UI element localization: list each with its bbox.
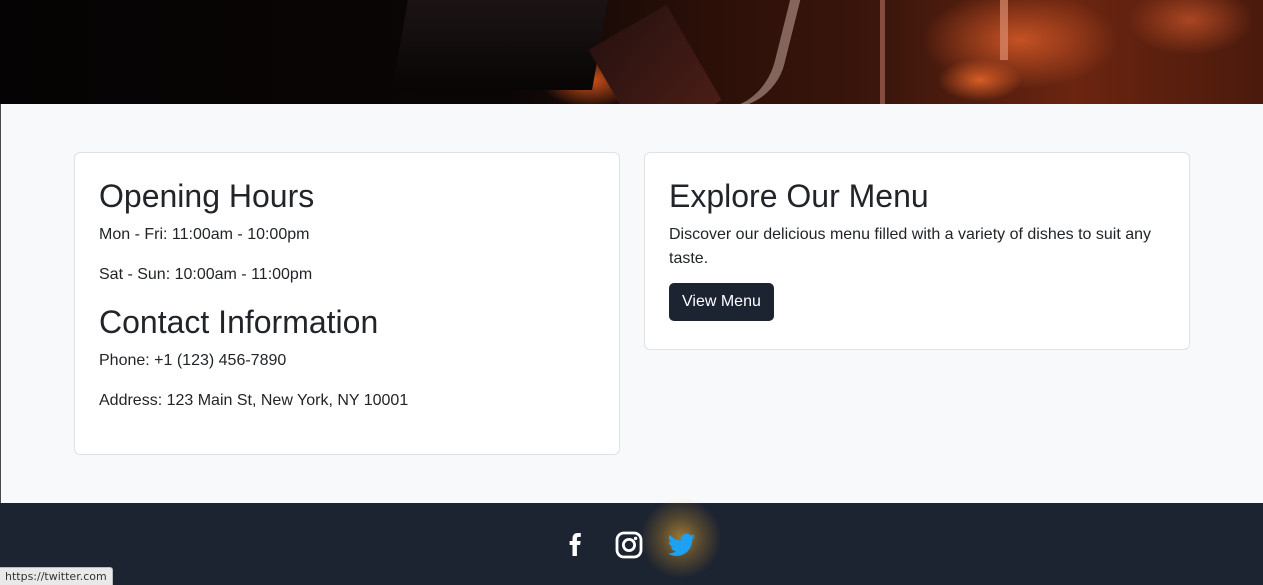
menu-card: Explore Our Menu Discover our delicious …	[644, 152, 1190, 350]
weekday-hours: Mon - Fri: 11:00am - 10:00pm	[99, 226, 310, 243]
hero-glass-stem	[1000, 0, 1008, 60]
social-links	[560, 497, 722, 579]
status-bar-url: https://twitter.com	[0, 567, 113, 585]
info-section: Opening Hours Mon - Fri: 11:00am - 10:00…	[74, 152, 1190, 455]
twitter-icon	[667, 533, 695, 556]
contact-heading: Contact Information	[99, 304, 379, 340]
address-text: Address: 123 Main St, New York, NY 10001	[99, 392, 409, 409]
hours-contact-card: Opening Hours Mon - Fri: 11:00am - 10:00…	[74, 152, 620, 455]
hero-image	[0, 0, 1263, 104]
menu-description: Discover our delicious menu filled with …	[669, 226, 1151, 267]
weekend-hours: Sat - Sun: 10:00am - 11:00pm	[99, 266, 313, 283]
page-edge	[0, 104, 1, 503]
view-menu-button[interactable]: View Menu	[669, 283, 774, 321]
footer	[0, 497, 1263, 585]
hero-wine-glass	[663, 0, 807, 104]
hero-glass-stem	[880, 0, 885, 104]
facebook-link[interactable]	[560, 527, 594, 561]
hero-dark-shape	[392, 0, 608, 90]
menu-heading: Explore Our Menu	[669, 178, 929, 214]
opening-hours-heading: Opening Hours	[99, 178, 315, 214]
phone-text: Phone: +1 (123) 456-7890	[99, 352, 287, 369]
twitter-link[interactable]	[640, 497, 722, 579]
facebook-icon	[569, 533, 581, 556]
